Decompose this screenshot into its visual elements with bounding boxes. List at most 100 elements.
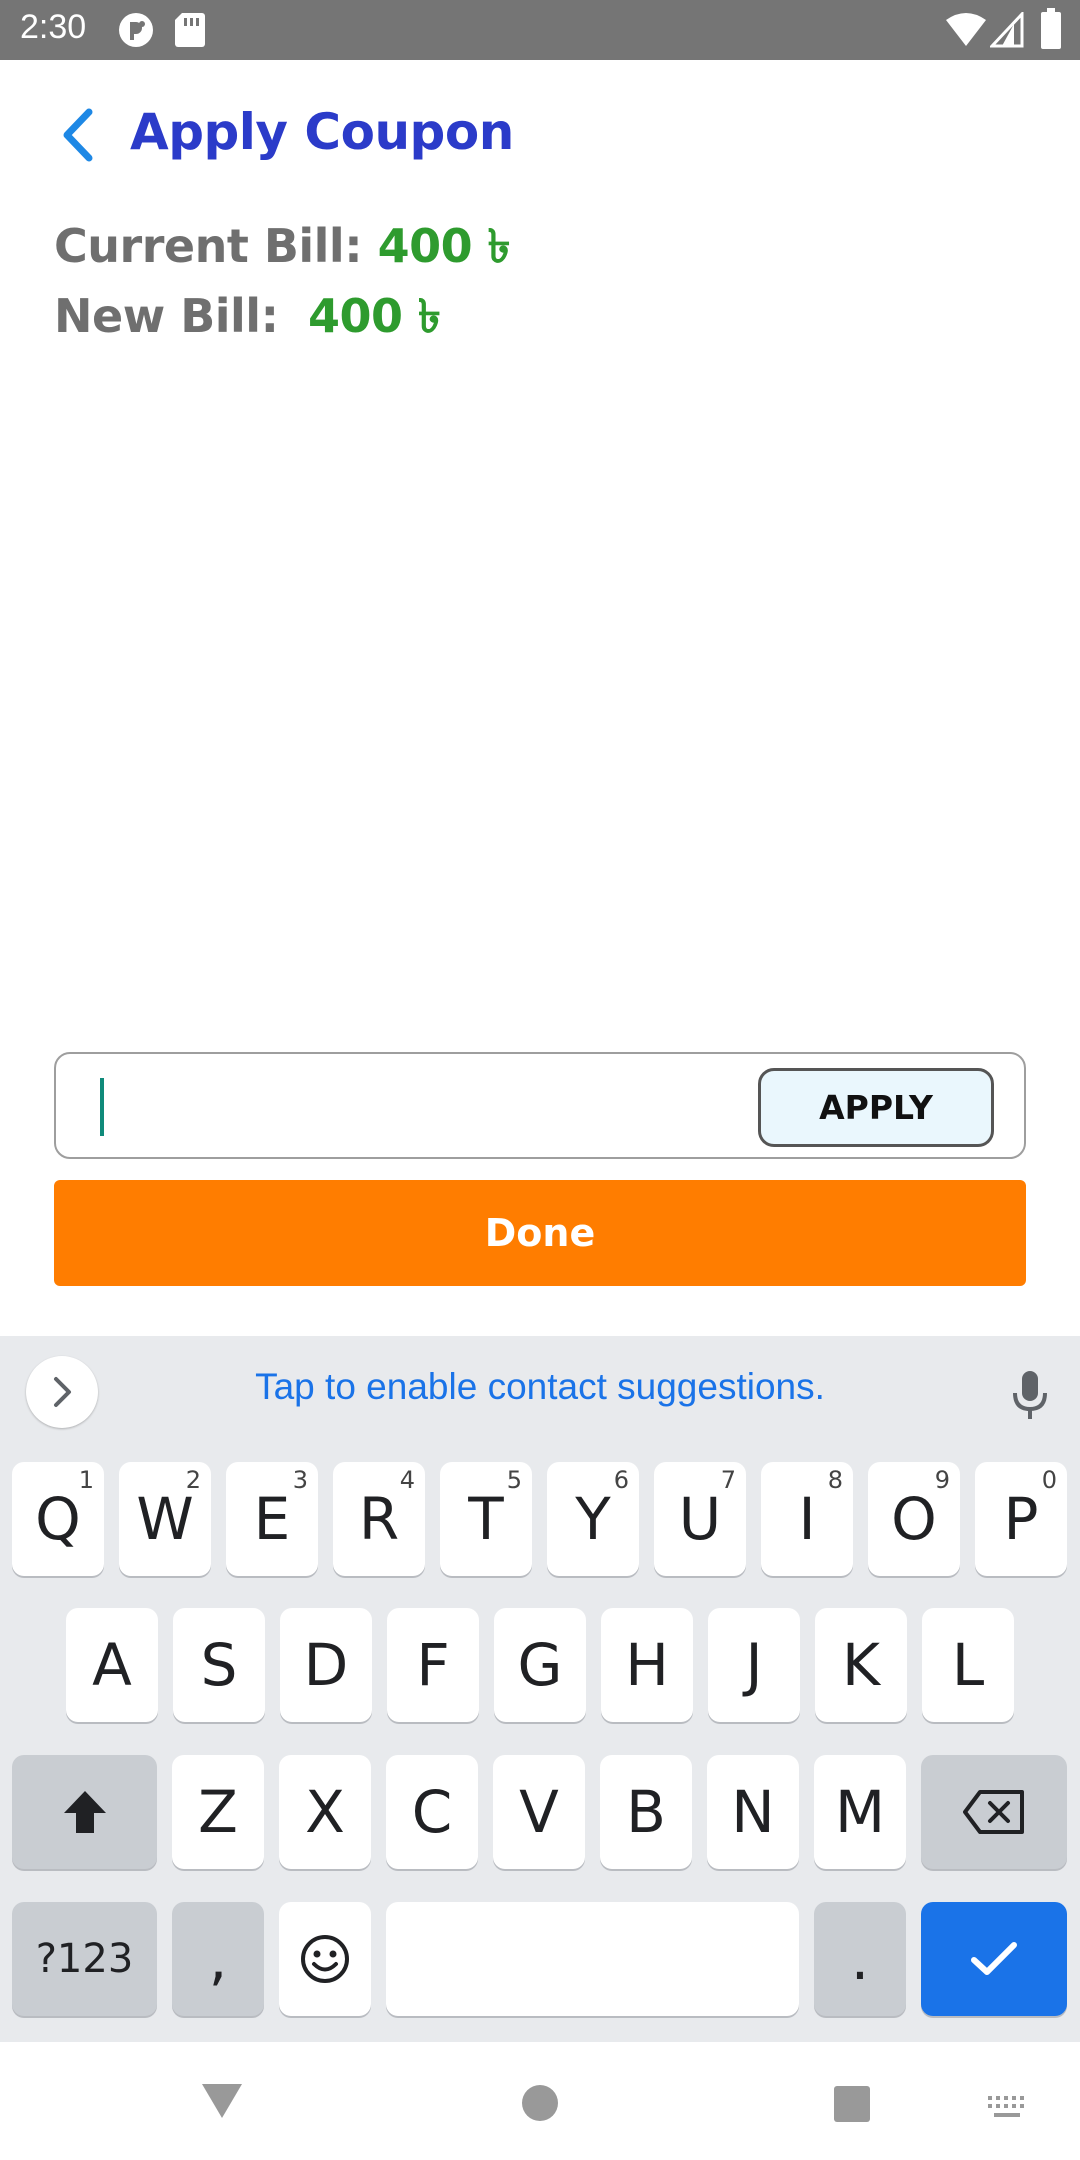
shift-key[interactable] — [12, 1755, 157, 1869]
circle-home-icon — [522, 2085, 558, 2121]
key-a[interactable]: A — [66, 1608, 158, 1722]
key-number-hint: 8 — [827, 1466, 843, 1494]
key-c[interactable]: C — [386, 1755, 478, 1869]
chevron-right-icon — [54, 1377, 71, 1407]
key-i[interactable]: I8 — [761, 1462, 853, 1576]
notification-app-icon — [116, 10, 156, 54]
key-g[interactable]: G — [494, 1608, 586, 1722]
key-e[interactable]: E3 — [226, 1462, 318, 1576]
key-label: O — [891, 1485, 937, 1553]
key-p[interactable]: P0 — [975, 1462, 1067, 1576]
key-number-hint: 0 — [1041, 1466, 1057, 1494]
key-number-hint: 4 — [399, 1466, 415, 1494]
key-n[interactable]: N — [707, 1755, 799, 1869]
nav-back-button[interactable] — [200, 2082, 244, 2120]
key-s[interactable]: S — [173, 1608, 265, 1722]
backspace-key[interactable] — [921, 1755, 1067, 1869]
apply-button[interactable]: APPLY — [758, 1068, 994, 1147]
key-number-hint: 1 — [78, 1466, 94, 1494]
nav-home-button[interactable] — [519, 2082, 561, 2124]
enter-key[interactable] — [921, 1902, 1067, 2016]
key-label: K — [841, 1631, 881, 1699]
key-label: L — [951, 1631, 985, 1699]
wifi-icon — [946, 12, 986, 52]
key-label: C — [411, 1778, 453, 1846]
key-z[interactable]: Z — [172, 1755, 264, 1869]
key-label: Z — [198, 1778, 238, 1846]
done-button[interactable]: Done — [54, 1180, 1026, 1286]
status-bar: 2:30 — [0, 0, 1080, 60]
key-label: N — [731, 1778, 775, 1846]
key-v[interactable]: V — [493, 1755, 585, 1869]
key-h[interactable]: H — [601, 1608, 693, 1722]
key-label: J — [745, 1631, 763, 1699]
comma-key[interactable]: , — [172, 1902, 264, 2016]
microphone-button[interactable] — [1000, 1362, 1060, 1428]
key-label: D — [303, 1631, 349, 1699]
new-bill-value: 400 ৳ — [307, 289, 441, 343]
new-bill-row: New Bill: 400 ৳ — [54, 282, 441, 358]
key-number-hint: 2 — [185, 1466, 201, 1494]
key-label: H — [625, 1631, 669, 1699]
key-label: S — [200, 1631, 238, 1699]
period-key-label: . — [850, 1925, 870, 1993]
shift-arrow-icon — [63, 1791, 106, 1833]
battery-icon — [1040, 8, 1062, 54]
square-recents-icon — [834, 2086, 870, 2122]
key-u[interactable]: U7 — [654, 1462, 746, 1576]
new-bill-label: New Bill: — [54, 289, 279, 343]
key-number-hint: 9 — [934, 1466, 950, 1494]
key-label: X — [305, 1778, 345, 1846]
key-k[interactable]: K — [815, 1608, 907, 1722]
backspace-icon — [963, 1790, 1024, 1834]
key-label: B — [626, 1778, 666, 1846]
period-key[interactable]: . — [814, 1902, 906, 2016]
key-x[interactable]: X — [279, 1755, 371, 1869]
key-l[interactable]: L — [922, 1608, 1014, 1722]
screen: 2:30 Apply Coupon Current Bill: 400 ৳ Ne… — [0, 0, 1080, 2160]
current-bill-row: Current Bill: 400 ৳ — [54, 212, 511, 288]
nav-recents-button[interactable] — [832, 2084, 872, 2124]
key-j[interactable]: J — [708, 1608, 800, 1722]
current-bill-label: Current Bill: — [54, 219, 363, 273]
key-label: T — [468, 1485, 504, 1553]
keyboard-icon — [988, 2096, 1024, 2117]
key-label: A — [92, 1631, 132, 1699]
coupon-field-container: APPLY — [54, 1052, 1026, 1159]
keyboard-switch-button[interactable] — [986, 2094, 1028, 2120]
text-cursor — [100, 1078, 104, 1136]
key-label: M — [834, 1778, 886, 1846]
space-key[interactable] — [386, 1902, 799, 2016]
contact-suggestions-prompt[interactable]: Tap to enable contact suggestions. — [120, 1366, 960, 1408]
key-number-hint: 6 — [613, 1466, 629, 1494]
key-label: Y — [575, 1485, 611, 1553]
key-label: U — [678, 1485, 722, 1553]
key-w[interactable]: W2 — [119, 1462, 211, 1576]
key-m[interactable]: M — [814, 1755, 906, 1869]
signal-icon — [988, 10, 1024, 52]
comma-key-label: , — [208, 1925, 228, 1993]
key-label: P — [1003, 1485, 1039, 1553]
key-f[interactable]: F — [387, 1608, 479, 1722]
keyboard: Tap to enable contact suggestions. Q1W2E… — [0, 1336, 1080, 2042]
key-number-hint: 3 — [292, 1466, 308, 1494]
coupon-input[interactable] — [116, 1074, 756, 1140]
key-label: W — [136, 1485, 194, 1553]
key-d[interactable]: D — [280, 1608, 372, 1722]
triangle-down-icon — [202, 2084, 242, 2118]
key-number-hint: 7 — [720, 1466, 736, 1494]
key-o[interactable]: O9 — [868, 1462, 960, 1576]
back-button[interactable] — [44, 100, 114, 170]
key-b[interactable]: B — [600, 1755, 692, 1869]
suggestions-toggle-button[interactable] — [26, 1356, 98, 1428]
emoji-key[interactable] — [279, 1902, 371, 2016]
key-r[interactable]: R4 — [333, 1462, 425, 1576]
chevron-left-icon — [63, 108, 93, 162]
symbols-key-label: ?123 — [35, 1936, 134, 1982]
microphone-icon — [1013, 1371, 1047, 1419]
symbols-key[interactable]: ?123 — [12, 1902, 157, 2016]
key-label: F — [416, 1631, 450, 1699]
key-y[interactable]: Y6 — [547, 1462, 639, 1576]
key-t[interactable]: T5 — [440, 1462, 532, 1576]
key-q[interactable]: Q1 — [12, 1462, 104, 1576]
